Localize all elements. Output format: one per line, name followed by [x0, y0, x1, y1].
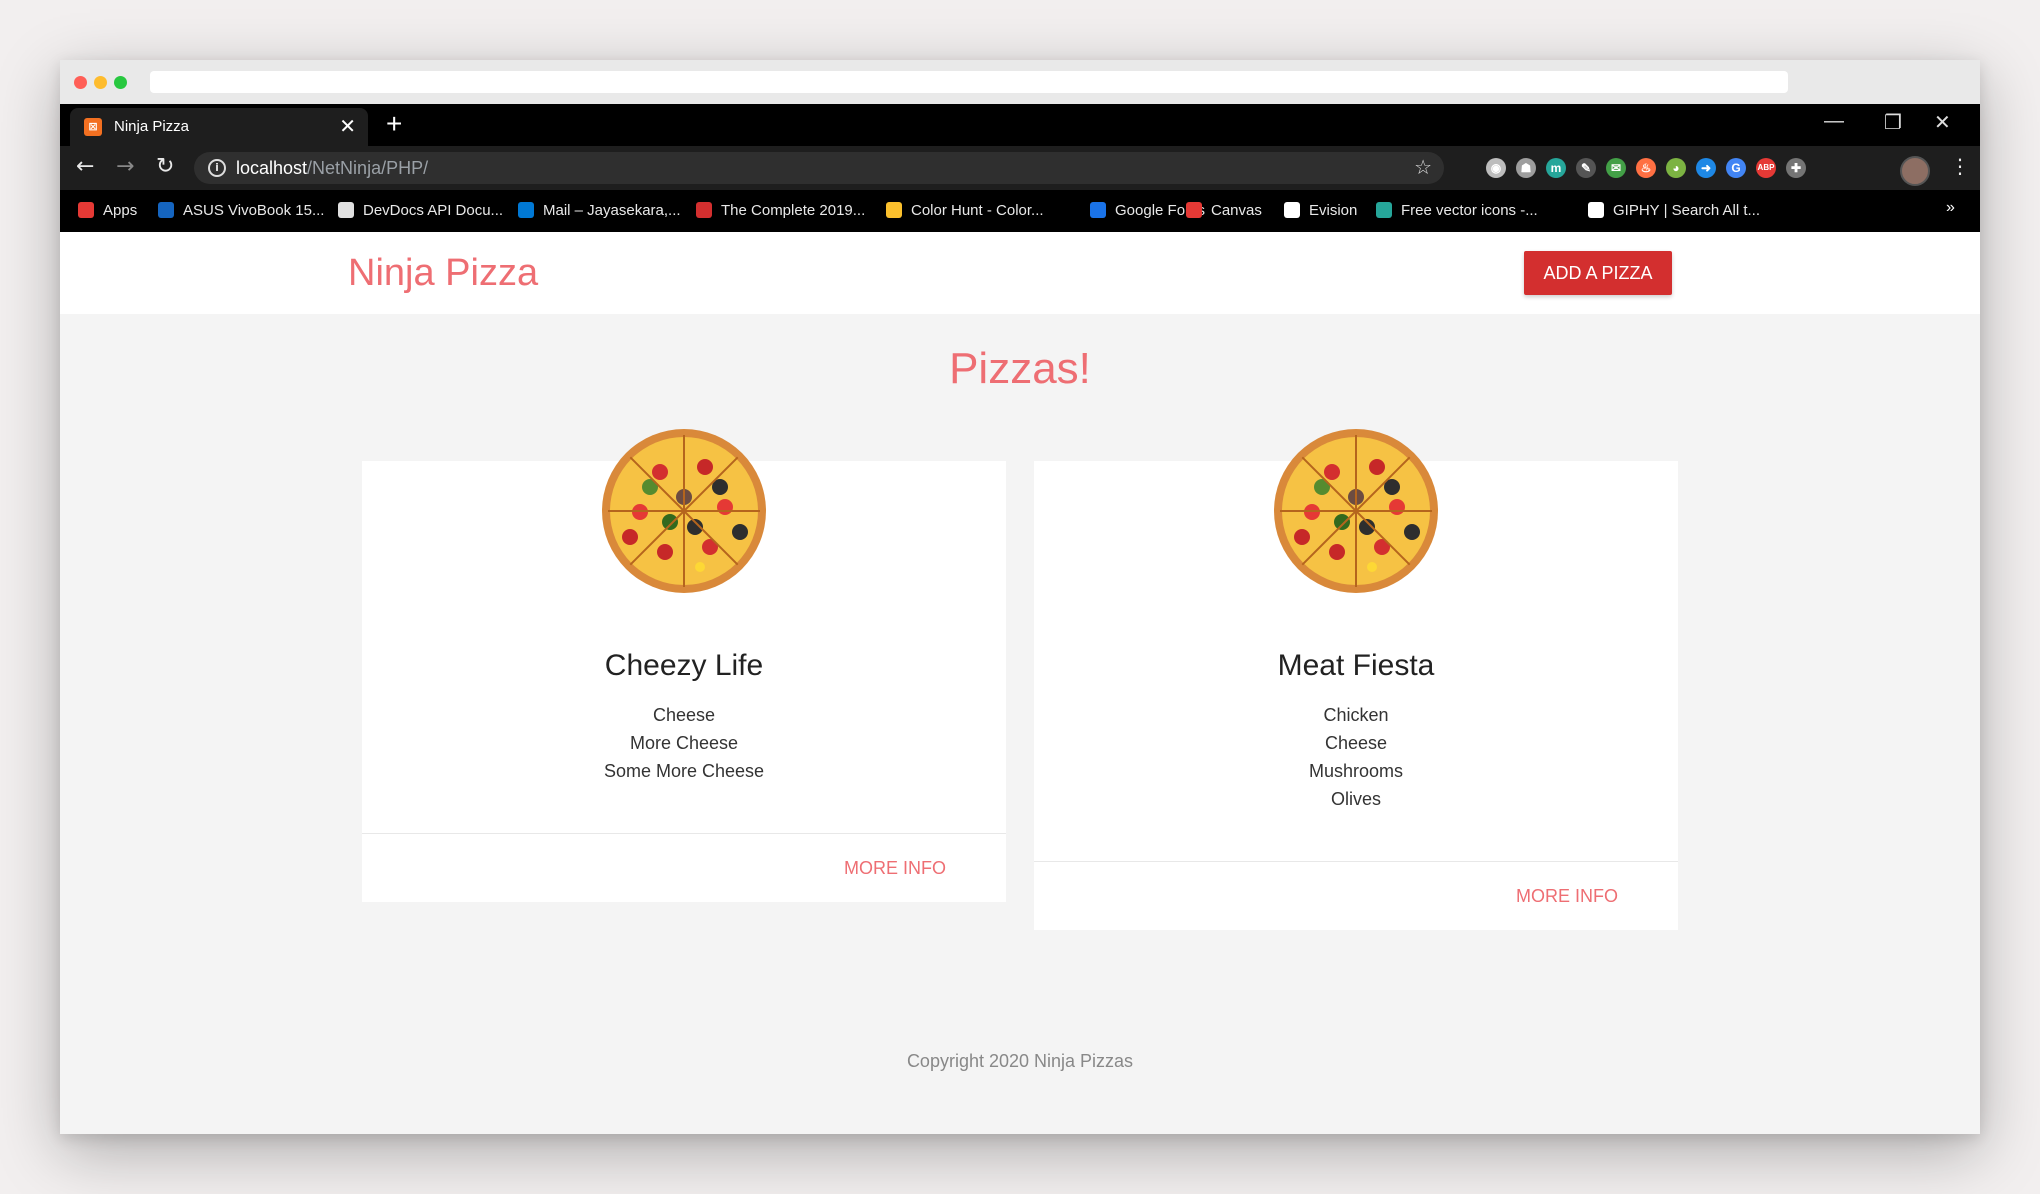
pizza-title: Cheezy Life [604, 649, 764, 682]
pizza-card: Cheezy Life Cheese More Cheese Some More C… [362, 429, 1006, 902]
bookmark-item[interactable]: GIPHY | Search All t... [1588, 202, 1760, 219]
camera-icon[interactable]: ◉ [1486, 158, 1506, 178]
pizza-card: Meat Fiesta Chicken Cheese Mushrooms Olives… [1034, 429, 1678, 930]
bookmark-item[interactable]: ASUS VivoBook 15... [158, 202, 324, 219]
ingredient-list: Chicken Cheese Mushrooms Olives [1034, 701, 1678, 813]
close-window-dot[interactable] [74, 76, 87, 89]
arrow-extension-icon[interactable]: ➜ [1696, 158, 1716, 178]
ingredient-list: Cheese More Cheese Some More Cheese [362, 701, 1006, 785]
bookmark-item[interactable]: Free vector icons -... [1376, 202, 1538, 219]
browser-menu-icon[interactable]: ⋮ [1950, 154, 1970, 178]
bookmark-favicon-icon [696, 202, 712, 218]
web-page: Ninja Pizza ADD A PIZZA Pizzas! Cheezy L… [60, 232, 1980, 1134]
close-icon[interactable]: ✕ [1934, 110, 1951, 135]
bookmarks-bar: Apps ASUS VivoBook 15... DevDocs API Docu.… [60, 190, 1980, 232]
bookmark-item[interactable]: DevDocs API Docu... [338, 202, 503, 219]
bookmark-label: Mail – Jayasekara,... [543, 202, 681, 219]
bookmark-favicon-icon [338, 202, 354, 218]
ingredient-item: Cheese [652, 705, 716, 725]
zoom-window-dot[interactable] [114, 76, 127, 89]
reload-icon[interactable]: ↻ [156, 154, 174, 179]
m-extension-icon[interactable]: m [1546, 158, 1566, 178]
profile-avatar[interactable] [1900, 156, 1930, 186]
add-pizza-button[interactable]: ADD A PIZZA [1524, 251, 1672, 295]
pizza-image [600, 427, 768, 595]
bookmark-label: Color Hunt - Color... [911, 202, 1044, 219]
forward-icon[interactable]: → [116, 154, 134, 179]
bookmarks-overflow-icon[interactable]: » [1946, 199, 1955, 217]
bookmark-item[interactable]: Mail – Jayasekara,... [518, 202, 681, 219]
address-bar[interactable]: i localhost/NetNinja/PHP/ ☆ [194, 152, 1444, 184]
bookmark-label: GIPHY | Search All t... [1613, 202, 1761, 219]
ingredient-item: Cheese [1324, 733, 1388, 753]
bookmark-item[interactable]: Color Hunt - Color... [886, 202, 1044, 219]
card-action: MORE INFO [1034, 861, 1678, 930]
bookmark-favicon-icon [1284, 202, 1300, 218]
bookmark-favicon-icon [78, 202, 94, 218]
close-tab-icon[interactable]: ✕ [339, 114, 356, 139]
bookmark-favicon-icon [1588, 202, 1604, 218]
tab-strip: ⊠ Ninja Pizza ✕ + — ❐ ✕ [60, 104, 1980, 146]
restore-icon[interactable]: ❐ [1884, 110, 1902, 135]
bookmark-item[interactable]: Apps [78, 202, 137, 219]
bookmark-item[interactable]: Evision [1284, 202, 1357, 219]
browser-toolbar: ← → ↻ i localhost/NetNinja/PHP/ ☆ ◉ ☗ m ✎ ✉ ♨… [60, 146, 1980, 190]
bookmark-item[interactable]: The Complete 2019... [696, 202, 865, 219]
bookmark-label: Evision [1309, 202, 1358, 219]
xampp-favicon-icon: ⊠ [84, 118, 102, 136]
ingredient-item: Some More Cheese [603, 761, 765, 781]
tab-title: Ninja Pizza [114, 118, 190, 135]
new-tab-button[interactable]: + [386, 110, 402, 138]
translate-icon[interactable]: G [1726, 158, 1746, 178]
footer-copyright: Copyright 2020 Ninja Pizzas [906, 1051, 1134, 1071]
bookmark-label: DevDocs API Docu... [363, 202, 504, 219]
mail-check-icon[interactable]: ✉ [1606, 158, 1626, 178]
more-info-link[interactable]: MORE INFO [844, 858, 946, 879]
pizza-image [1272, 427, 1440, 595]
adblock-icon[interactable]: ABP [1756, 158, 1776, 178]
mac-title-bar [60, 60, 1980, 104]
more-info-link[interactable]: MORE INFO [1516, 886, 1618, 907]
page-heading: Pizzas! [949, 344, 1091, 393]
bookmark-item[interactable]: Canvas [1186, 202, 1262, 219]
robot-icon[interactable]: ☗ [1516, 158, 1536, 178]
minimize-window-dot[interactable] [94, 76, 107, 89]
color-wheel-icon[interactable]: ◕ [1666, 158, 1686, 178]
site-navbar: Ninja Pizza ADD A PIZZA [60, 232, 1980, 314]
bookmark-favicon-icon [518, 202, 534, 218]
ingredient-item: More Cheese [629, 733, 739, 753]
minimize-icon[interactable]: — [1824, 110, 1844, 133]
url-text: localhost/NetNinja/PHP/ [236, 158, 429, 178]
bookmark-label: The Complete 2019... [721, 202, 866, 219]
bookmark-favicon-icon [1090, 202, 1106, 218]
ingredient-item: Chicken [1323, 705, 1389, 725]
pizza-title: Meat Fiesta [1277, 649, 1435, 682]
brand-logo[interactable]: Ninja Pizza [348, 252, 538, 295]
fire-icon[interactable]: ♨ [1636, 158, 1656, 178]
bookmark-label: Free vector icons -... [1401, 202, 1538, 219]
info-icon[interactable]: i [208, 159, 226, 177]
bookmark-label: Canvas [1211, 202, 1262, 219]
bookmark-favicon-icon [1376, 202, 1392, 218]
browser-window: ⊠ Ninja Pizza ✕ + — ❐ ✕ ← → ↻ i localhos… [60, 60, 1980, 1134]
bookmark-star-icon[interactable]: ☆ [1414, 155, 1432, 179]
pen-icon[interactable]: ✎ [1576, 158, 1596, 178]
bookmark-label: ASUS VivoBook 15... [183, 202, 325, 219]
bookmark-favicon-icon [158, 202, 174, 218]
card-action: MORE INFO [362, 833, 1006, 902]
ingredient-item: Mushrooms [1308, 761, 1404, 781]
puzzle-icon[interactable]: ✚ [1786, 158, 1806, 178]
bookmark-favicon-icon [886, 202, 902, 218]
bookmark-favicon-icon [1186, 202, 1202, 218]
mac-address-bar [150, 71, 1788, 93]
tab-ninja-pizza[interactable]: ⊠ Ninja Pizza ✕ [70, 108, 368, 146]
back-icon[interactable]: ← [76, 154, 94, 179]
ingredient-item: Olives [1330, 789, 1381, 809]
bookmark-label: Apps [103, 202, 138, 219]
